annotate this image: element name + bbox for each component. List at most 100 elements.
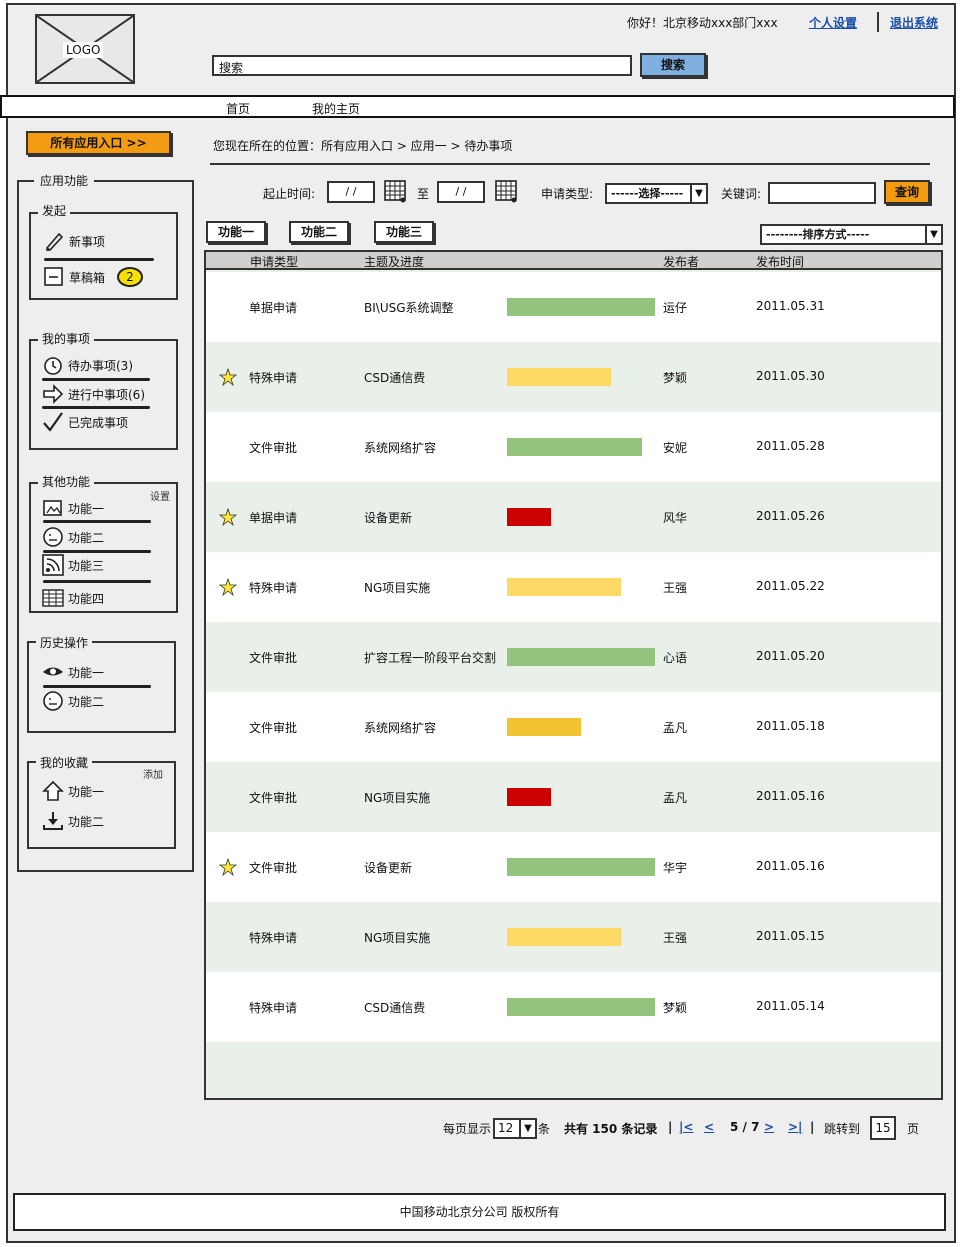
sidebar-item-todo[interactable]: 待办事项(3) <box>42 354 133 376</box>
group-favorites-title: 我的收藏 <box>36 754 93 771</box>
cell-publisher: 王强 <box>663 931 688 945</box>
sidebar-item-drafts[interactable]: 草稿箱 <box>43 266 105 288</box>
table-row[interactable]: 特殊申请 NG项目实施 王强 2011.05.22 <box>206 552 941 622</box>
func-button-2[interactable]: 功能二 <box>289 221 349 243</box>
item-underline <box>43 520 151 523</box>
table-icon <box>42 587 64 609</box>
header-divider <box>877 12 879 32</box>
cell-subject: 设备更新 <box>364 861 413 875</box>
chevron-down-icon: ▼ <box>519 1120 535 1137</box>
home-icon <box>42 780 64 802</box>
sidebar-item-label: 功能四 <box>68 591 105 606</box>
settings-link[interactable]: 个人设置 <box>809 14 857 31</box>
keyword-input[interactable] <box>768 182 876 204</box>
item-underline <box>43 685 151 688</box>
sidebar-item-label: 进行中事项(6) <box>68 387 145 402</box>
per-page-select[interactable]: 12 ▼ <box>493 1118 537 1139</box>
cell-date: 2011.05.14 <box>756 999 825 1013</box>
breadcrumb-divider <box>210 163 930 165</box>
sidebar-item-other-4[interactable]: 功能四 <box>42 587 104 609</box>
sidebar-item-other-2[interactable]: 功能二 <box>42 526 104 548</box>
sidebar-item-label: 新事项 <box>69 234 106 249</box>
sidebar-item-label: 功能二 <box>68 530 105 545</box>
sidebar-item-other-3[interactable]: 功能三 <box>42 554 104 576</box>
cell-subject: 系统网络扩容 <box>364 441 437 455</box>
alarm-clock-icon <box>42 354 64 376</box>
sidebar-item-other-1[interactable]: 功能一 <box>42 497 104 519</box>
sidebar-item-fav-1[interactable]: 功能一 <box>42 780 104 802</box>
group-my-items-title: 我的事项 <box>38 330 95 347</box>
table-row[interactable]: 文件审批 设备更新 华宇 2011.05.16 <box>206 832 941 902</box>
last-page-link[interactable]: >| <box>788 1120 802 1134</box>
chevron-down-icon: ▼ <box>925 226 941 243</box>
pencil-icon <box>43 230 65 252</box>
table-row[interactable]: 文件审批 系统网络扩容 安妮 2011.05.28 <box>206 412 941 482</box>
header-date: 发布时间 <box>756 255 805 269</box>
face-icon <box>42 526 64 548</box>
progress-bar <box>507 578 621 596</box>
search-input[interactable]: 搜索 <box>212 55 632 76</box>
jump-page-input[interactable]: 15 <box>870 1116 896 1140</box>
cell-subject: NG项目实施 <box>364 931 431 945</box>
table-row[interactable]: 单据申请 设备更新 风华 2011.05.26 <box>206 482 941 552</box>
star-icon[interactable] <box>218 367 238 387</box>
star-icon[interactable] <box>218 507 238 527</box>
favorites-add-link[interactable]: 添加 <box>143 766 163 781</box>
sidebar-item-history-2[interactable]: 功能二 <box>42 690 104 712</box>
all-apps-button[interactable]: 所有应用入口 >> <box>26 131 171 155</box>
cell-publisher: 王强 <box>663 581 688 595</box>
table-row[interactable]: 单据申请 BI\USG系统调整 运仔 2011.05.31 <box>206 272 941 342</box>
table-row[interactable]: 文件审批 NG项目实施 孟凡 2011.05.16 <box>206 762 941 832</box>
cell-subject: CSD通信费 <box>364 1001 426 1015</box>
sidebar-item-label: 草稿箱 <box>69 270 106 285</box>
progress-bar <box>507 928 621 946</box>
prev-page-link[interactable]: < <box>704 1120 714 1134</box>
func-button-3[interactable]: 功能三 <box>374 221 434 243</box>
sidebar-item-new[interactable]: 新事项 <box>43 230 105 252</box>
star-icon[interactable] <box>218 577 238 597</box>
cell-publisher: 安妮 <box>663 441 688 455</box>
search-button[interactable]: 搜索 <box>640 53 706 77</box>
eye-icon <box>42 661 64 683</box>
sort-select[interactable]: --------排序方式----- ▼ <box>760 224 943 245</box>
per-page-value: 12 <box>498 1121 514 1135</box>
greeting: 你好！北京移动xxx部门xxx <box>627 16 778 30</box>
cell-publisher: 心语 <box>663 651 688 665</box>
sidebar-item-in-progress[interactable]: 进行中事项(6) <box>42 383 145 405</box>
table-header: 申请类型 主题及进度 发布者 发布时间 <box>206 252 941 270</box>
sidebar-item-history-1[interactable]: 功能一 <box>42 661 104 683</box>
star-icon[interactable] <box>218 857 238 877</box>
other-settings-link[interactable]: 设置 <box>150 488 170 503</box>
type-select[interactable]: ------选择----- ▼ <box>605 183 708 204</box>
nav-home[interactable]: 首页 <box>226 100 250 117</box>
face-icon <box>42 690 64 712</box>
cell-date: 2011.05.18 <box>756 719 825 733</box>
table-row[interactable]: 特殊申请 CSD通信费 梦颖 2011.05.30 <box>206 342 941 412</box>
progress-bar <box>507 508 551 526</box>
date-end-input[interactable]: / / <box>437 181 485 203</box>
cell-date: 2011.05.16 <box>756 789 825 803</box>
query-button[interactable]: 查询 <box>884 180 930 204</box>
cell-publisher: 华宇 <box>663 861 688 875</box>
func-button-1[interactable]: 功能一 <box>206 221 266 243</box>
drafts-count-badge: 2 <box>117 267 143 287</box>
cell-type: 文件审批 <box>249 721 298 735</box>
first-page-link[interactable]: |< <box>679 1120 693 1134</box>
cell-publisher: 运仔 <box>663 301 688 315</box>
cell-type: 特殊申请 <box>249 581 298 595</box>
table-row[interactable]: 特殊申请 CSD通信费 梦颖 2011.05.14 <box>206 972 941 1042</box>
cell-subject: 设备更新 <box>364 511 413 525</box>
calendar-icon[interactable] <box>495 179 519 203</box>
calendar-icon[interactable] <box>384 179 408 203</box>
cell-type: 文件审批 <box>249 791 298 805</box>
next-page-link[interactable]: > <box>764 1120 774 1134</box>
table-row[interactable]: 文件审批 系统网络扩容 孟凡 2011.05.18 <box>206 692 941 762</box>
progress-bar <box>507 718 581 736</box>
sidebar-item-done[interactable]: 已完成事项 <box>42 411 128 433</box>
logout-link[interactable]: 退出系统 <box>890 14 938 31</box>
sidebar-item-fav-2[interactable]: 功能二 <box>42 810 104 832</box>
table-row[interactable]: 特殊申请 NG项目实施 王强 2011.05.15 <box>206 902 941 972</box>
table-row[interactable]: 文件审批 扩容工程一阶段平台交割 心语 2011.05.20 <box>206 622 941 692</box>
date-start-input[interactable]: / / <box>327 181 375 203</box>
nav-my-home[interactable]: 我的主页 <box>312 100 360 117</box>
